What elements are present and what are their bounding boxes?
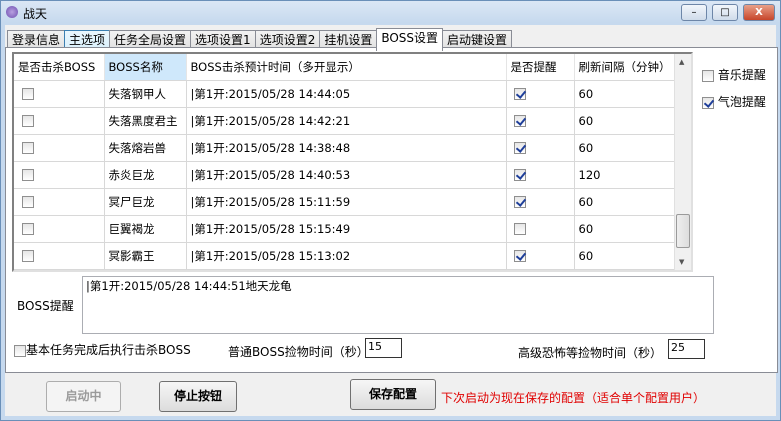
table-row[interactable]: 巨翼褐龙 |第1开:2015/05/28 15:15:49 60 xyxy=(14,215,677,243)
checkbox-icon[interactable] xyxy=(14,344,26,357)
remind-checkbox[interactable] xyxy=(513,88,526,100)
col-kill[interactable]: 是否击杀BOSS xyxy=(14,54,105,81)
table-row[interactable]: 失落钢甲人 |第1开:2015/05/28 14:44:05 60 xyxy=(14,80,677,108)
interval-cell[interactable]: 60 xyxy=(574,215,677,243)
remind-cell[interactable] xyxy=(506,215,575,243)
remind-checkbox[interactable] xyxy=(513,196,526,208)
kill-cell[interactable] xyxy=(14,215,105,243)
table-row[interactable]: 冥尸巨龙 |第1开:2015/05/28 15:11:59 60 xyxy=(14,188,677,216)
tab-boss[interactable]: BOSS设置 xyxy=(376,28,444,51)
time-cell: |第1开:2015/05/28 14:40:53 xyxy=(186,161,507,189)
advanced-pickup-label: 高级恐怖等捡物时间（秒） xyxy=(518,346,663,360)
main-window: 战天 – □ X 登录信息 主选项 任务全局设置 选项设置1 选项设置2 挂机设… xyxy=(0,0,781,421)
kill-checkbox[interactable] xyxy=(22,169,34,181)
time-cell: |第1开:2015/05/28 15:15:49 xyxy=(186,215,507,243)
kill-cell[interactable] xyxy=(14,134,105,162)
kill-checkbox[interactable] xyxy=(22,88,34,100)
kill-cell[interactable] xyxy=(14,188,105,216)
boss-alert-label: BOSS提醒 xyxy=(17,299,74,313)
interval-cell[interactable]: 60 xyxy=(574,188,677,216)
boss-grid: 是否击杀BOSS BOSS名称 BOSS击杀预计时间（多开显示） 是否提醒 刷新… xyxy=(12,52,693,272)
table-row[interactable]: 赤炎巨龙 |第1开:2015/05/28 14:40:53 120 xyxy=(14,161,677,189)
boss-settings-panel: 是否击杀BOSS BOSS名称 BOSS击杀预计时间（多开显示） 是否提醒 刷新… xyxy=(5,47,778,373)
start-button[interactable]: 启动中 xyxy=(46,381,121,412)
bubble-alert-checkbox[interactable]: 气泡提醒 xyxy=(702,93,766,110)
checkbox-icon[interactable] xyxy=(702,69,714,82)
kill-checkbox[interactable] xyxy=(22,115,34,127)
kill-checkbox[interactable] xyxy=(22,196,34,208)
stop-button[interactable]: 停止按钮 xyxy=(159,381,237,412)
table-row[interactable]: 失落熔岩兽 |第1开:2015/05/28 14:38:48 60 xyxy=(14,134,677,162)
boss-name-cell: 冥影霸王 xyxy=(104,242,187,270)
boss-name-cell: 赤炎巨龙 xyxy=(104,161,187,189)
interval-cell[interactable]: 120 xyxy=(574,161,677,189)
boss-name-cell: 失落熔岩兽 xyxy=(104,134,187,162)
grid-scrollbar[interactable]: ▲ ▼ xyxy=(674,54,691,270)
time-cell: |第1开:2015/05/28 15:11:59 xyxy=(186,188,507,216)
col-name[interactable]: BOSS名称 xyxy=(104,54,187,81)
remind-checkbox[interactable] xyxy=(513,223,526,235)
advanced-pickup-input[interactable]: 25 xyxy=(668,339,705,359)
time-cell: |第1开:2015/05/28 15:13:02 xyxy=(186,242,507,270)
col-interval[interactable]: 刷新间隔（分钟） xyxy=(574,54,677,81)
checkbox-icon[interactable] xyxy=(702,96,714,109)
remind-checkbox[interactable] xyxy=(513,169,526,181)
kill-cell[interactable] xyxy=(14,161,105,189)
kill-after-task-checkbox[interactable]: 基本任务完成后执行击杀BOSS xyxy=(14,341,191,358)
kill-checkbox[interactable] xyxy=(22,223,34,235)
time-cell: |第1开:2015/05/28 14:38:48 xyxy=(186,134,507,162)
minimize-button[interactable]: – xyxy=(681,4,707,21)
boss-name-cell: 失落黑度君主 xyxy=(104,107,187,135)
interval-cell[interactable]: 60 xyxy=(574,80,677,108)
scroll-thumb[interactable] xyxy=(676,214,690,248)
boss-alert-textarea[interactable]: |第1开:2015/05/28 14:44:51地天龙龟 xyxy=(82,276,714,334)
col-remind[interactable]: 是否提醒 xyxy=(506,54,575,81)
remind-cell[interactable] xyxy=(506,161,575,189)
boss-name-cell: 失落钢甲人 xyxy=(104,80,187,108)
kill-cell[interactable] xyxy=(14,80,105,108)
close-button[interactable]: X xyxy=(743,4,775,21)
client-area: 登录信息 主选项 任务全局设置 选项设置1 选项设置2 挂机设置 BOSS设置 … xyxy=(5,25,778,416)
boss-name-cell: 冥尸巨龙 xyxy=(104,188,187,216)
save-note: 下次启动为现在保存的配置（适合单个配置用户） xyxy=(441,391,706,405)
scroll-up-icon[interactable]: ▲ xyxy=(679,58,684,66)
window-title: 战天 xyxy=(23,7,48,21)
kill-checkbox[interactable] xyxy=(22,142,34,154)
remind-checkbox[interactable] xyxy=(513,142,526,154)
interval-cell[interactable]: 60 xyxy=(574,242,677,270)
scroll-down-icon[interactable]: ▼ xyxy=(679,258,684,266)
kill-checkbox[interactable] xyxy=(22,250,34,262)
remind-cell[interactable] xyxy=(506,188,575,216)
remind-cell[interactable] xyxy=(506,242,575,270)
maximize-button[interactable]: □ xyxy=(712,4,738,21)
interval-cell[interactable]: 60 xyxy=(574,134,677,162)
table-row[interactable]: 失落黑度君主 |第1开:2015/05/28 14:42:21 60 xyxy=(14,107,677,135)
app-icon xyxy=(6,6,18,18)
kill-cell[interactable] xyxy=(14,242,105,270)
time-cell: |第1开:2015/05/28 14:44:05 xyxy=(186,80,507,108)
remind-cell[interactable] xyxy=(506,107,575,135)
col-time[interactable]: BOSS击杀预计时间（多开显示） xyxy=(186,54,507,81)
time-cell: |第1开:2015/05/28 14:42:21 xyxy=(186,107,507,135)
boss-name-cell: 巨翼褐龙 xyxy=(104,215,187,243)
remind-checkbox[interactable] xyxy=(513,250,526,262)
kill-cell[interactable] xyxy=(14,107,105,135)
interval-cell[interactable]: 60 xyxy=(574,107,677,135)
remind-cell[interactable] xyxy=(506,134,575,162)
save-config-button[interactable]: 保存配置 xyxy=(350,379,436,410)
normal-pickup-input[interactable]: 15 xyxy=(365,338,402,358)
normal-pickup-label: 普通BOSS捡物时间（秒） xyxy=(228,345,369,359)
remind-checkbox[interactable] xyxy=(513,115,526,127)
music-alert-checkbox[interactable]: 音乐提醒 xyxy=(702,66,766,83)
remind-cell[interactable] xyxy=(506,80,575,108)
table-row[interactable]: 冥影霸王 |第1开:2015/05/28 15:13:02 60 xyxy=(14,242,677,270)
